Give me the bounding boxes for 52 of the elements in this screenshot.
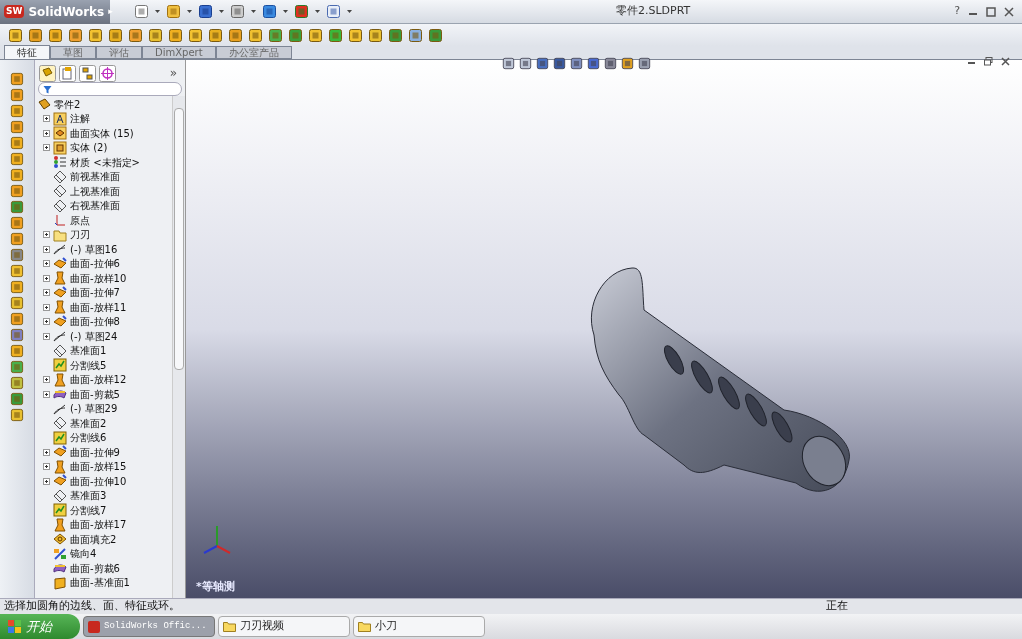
tree-item[interactable]: 曲面-拉伸10 (70, 473, 127, 489)
status-message: 选择加圆角的边线、面、特征或环。 (4, 598, 181, 615)
tree-item[interactable]: 镜向4 (70, 546, 97, 562)
tree-item[interactable]: 曲面-放样17 (70, 517, 127, 533)
tree-item[interactable]: 右视基准面 (70, 198, 120, 214)
tree-item[interactable]: 曲面-放样10 (70, 270, 127, 286)
tree-item[interactable]: 前视基准面 (70, 169, 120, 185)
status-text: 正在 (826, 598, 848, 615)
tree-item[interactable]: 基准面3 (70, 488, 107, 504)
command-tab[interactable]: 办公室产品 (215, 46, 292, 59)
tree-item[interactable]: 曲面填充2 (70, 531, 117, 547)
command-tab[interactable]: 特征 (4, 45, 50, 59)
tree-item[interactable]: 分割线5 (70, 357, 107, 373)
command-tab[interactable]: DimXpert (142, 46, 216, 59)
tree-item[interactable]: 曲面-拉伸6 (70, 256, 120, 272)
menu-arrow: ▸ (108, 4, 113, 18)
taskbar-button[interactable]: 刀刃视频 (218, 616, 350, 637)
graphics-viewport[interactable]: *等轴测 (186, 60, 1022, 598)
logo-badge: SW (4, 4, 25, 19)
tree-item[interactable]: 基准面2 (70, 415, 107, 431)
tree-item[interactable]: 上视基准面 (70, 183, 120, 199)
app-logo: SolidWorks (28, 3, 105, 21)
command-tab[interactable]: 评估 (96, 46, 142, 59)
tree-item[interactable]: 曲面-拉伸8 (70, 314, 120, 330)
tree-item[interactable]: 曲面-拉伸9 (70, 444, 120, 460)
tree-item[interactable]: 曲面-剪裁5 (70, 386, 120, 402)
tree-item[interactable]: (-) 草图16 (70, 241, 118, 257)
view-orientation-label: *等轴测 (196, 579, 235, 595)
tree-item[interactable]: 曲面-剪裁6 (70, 560, 120, 576)
window-title: 零件2.SLDPRT (615, 3, 691, 20)
tree-item[interactable]: 曲面实体 (15) (70, 125, 134, 141)
tree-item[interactable]: 分割线7 (70, 502, 107, 518)
tree-item[interactable]: 曲面-拉伸7 (70, 285, 120, 301)
tree-item[interactable]: (-) 草图24 (70, 328, 118, 344)
tree-item[interactable]: 曲面-基准面1 (70, 575, 130, 591)
tree-item[interactable]: (-) 草图29 (70, 401, 118, 417)
command-tab[interactable]: 草图 (50, 46, 96, 59)
tree-item[interactable]: 实体 (2) (70, 140, 108, 156)
tree-item[interactable]: 曲面-放样15 (70, 459, 127, 475)
tree-item[interactable]: 分割线6 (70, 430, 107, 446)
taskbar-button[interactable]: 小刀 (353, 616, 485, 637)
tree-item[interactable]: 基准面1 (70, 343, 107, 359)
expand-panel-button[interactable]: » (169, 64, 181, 82)
tree-item[interactable]: 刀刃 (70, 227, 90, 243)
tree-item[interactable]: 曲面-放样12 (70, 372, 127, 388)
start-button[interactable]: 开始 (0, 614, 80, 639)
tree-item[interactable]: 原点 (70, 212, 90, 228)
tree-item[interactable]: 曲面-放样11 (70, 299, 127, 315)
tree-item[interactable]: 材质 <未指定> (70, 154, 140, 170)
tree-item[interactable]: 零件2 (54, 96, 81, 112)
help-button[interactable]: ? (954, 3, 960, 20)
tree-item[interactable]: 注解 (70, 111, 90, 127)
